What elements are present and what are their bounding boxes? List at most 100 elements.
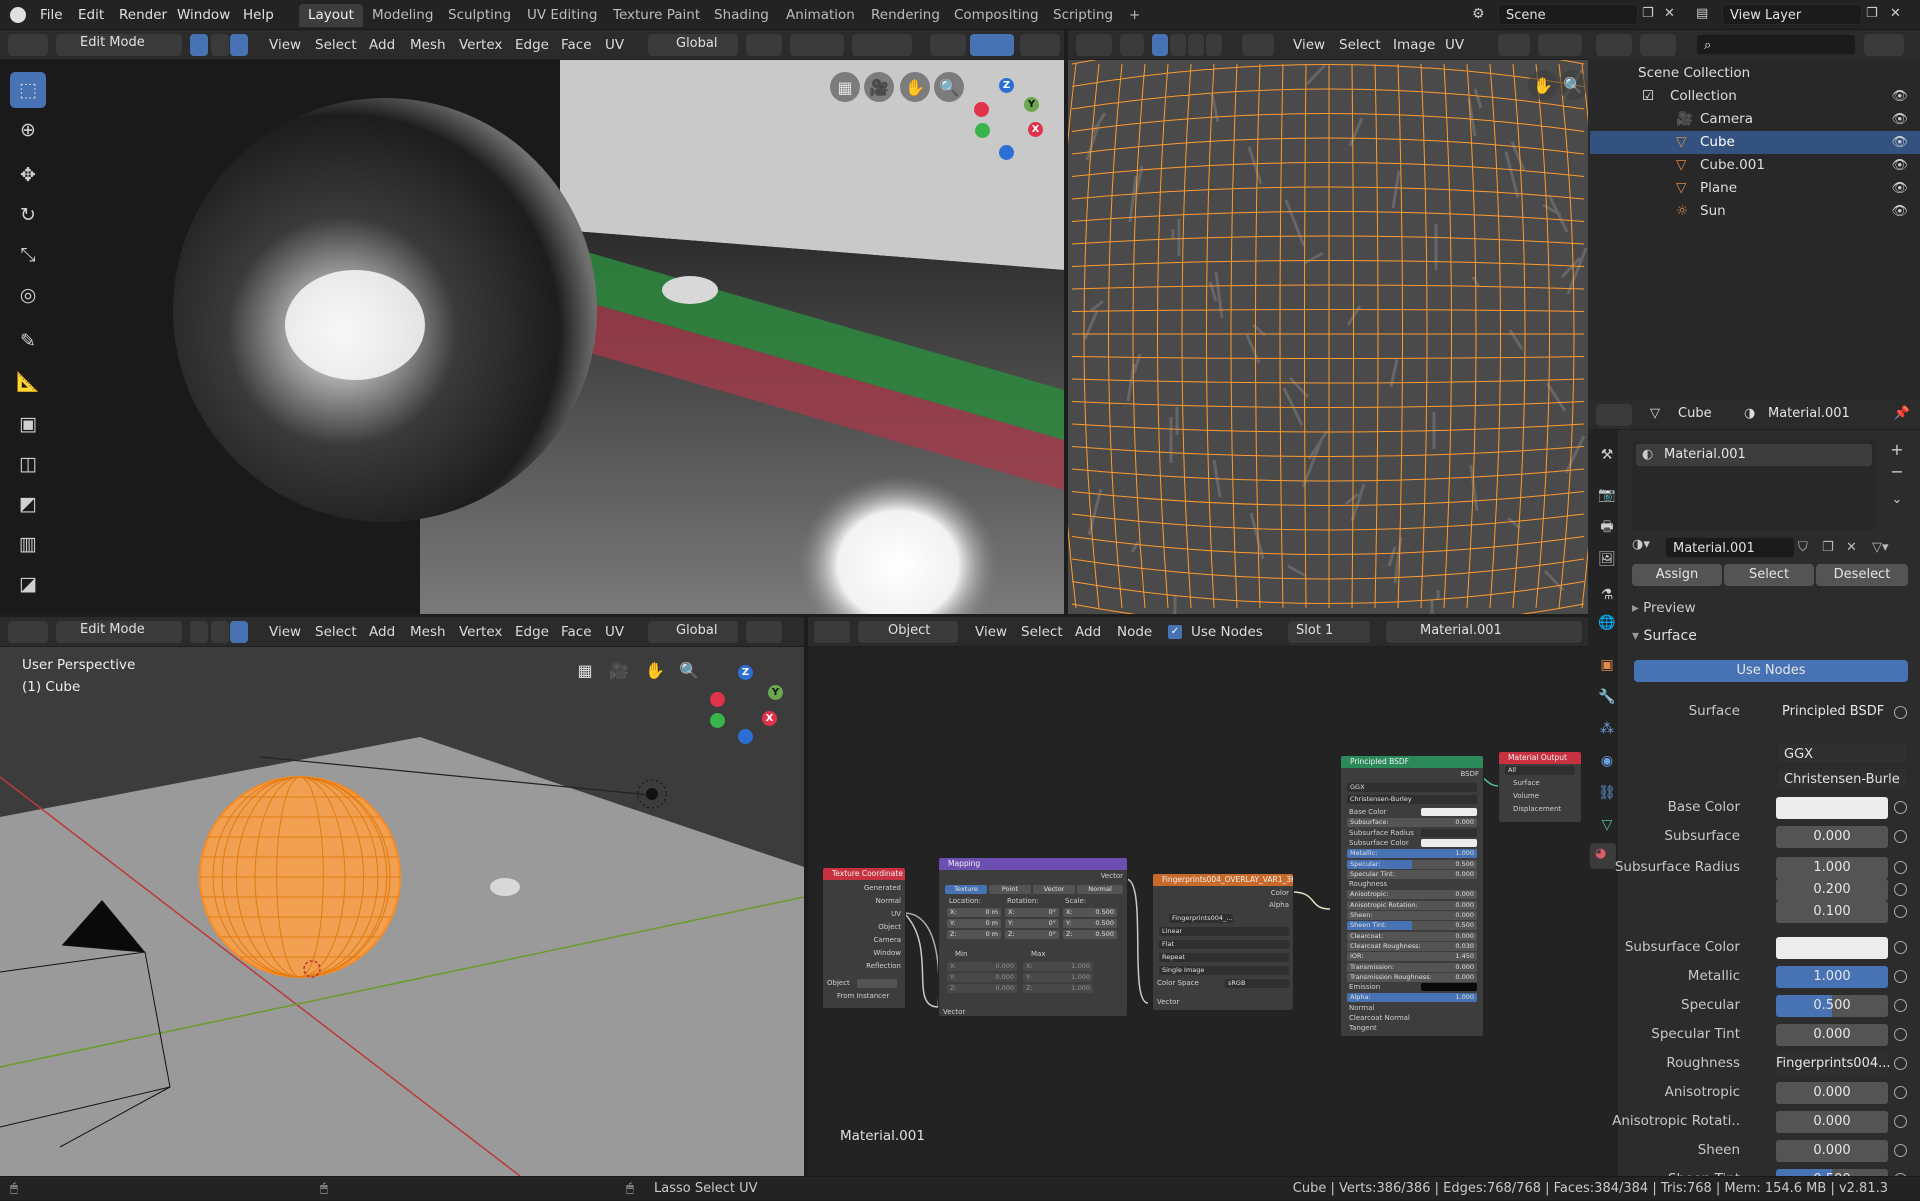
mapping-tab-normal[interactable]: Normal xyxy=(1077,885,1123,894)
face-select-button[interactable] xyxy=(230,34,248,56)
uv-editor-canvas[interactable]: ✋ 🔍 xyxy=(1068,60,1588,614)
uv-edge-select-button[interactable] xyxy=(1170,34,1186,56)
mapping-input-vector[interactable]: Vector xyxy=(943,1008,1123,1016)
transform-tool[interactable]: ◎ xyxy=(10,277,46,313)
mapping-rot-field-0[interactable]: X: 0° xyxy=(1005,908,1059,917)
bottom-axis-y-icon[interactable]: Y xyxy=(768,685,783,700)
tab-modeling[interactable]: Modeling xyxy=(363,4,442,27)
prop-link-dot-icon[interactable] xyxy=(1894,970,1907,983)
distribution-select[interactable]: GGX xyxy=(1776,743,1908,764)
bottom-menu-mesh[interactable]: Mesh xyxy=(405,622,451,642)
bsdf-swatch-2[interactable] xyxy=(1421,828,1477,837)
outliner-scene-collection[interactable]: Scene Collection xyxy=(1590,62,1920,85)
slot-select[interactable]: Slot 1 xyxy=(1288,621,1370,643)
rotate-tool[interactable]: ↻ xyxy=(10,197,46,233)
mode-select[interactable]: Edit Mode xyxy=(56,34,182,56)
transform-orientation-select[interactable]: Global xyxy=(648,34,738,56)
prop-link-dot-icon[interactable] xyxy=(1894,1115,1907,1128)
inset-tool[interactable]: ◫ xyxy=(10,446,46,482)
menu-file[interactable]: File xyxy=(32,5,71,25)
menu-uv[interactable]: UV xyxy=(600,35,629,55)
subsurface-method-select[interactable]: Christensen-Burle xyxy=(1776,768,1908,789)
blender-logo-icon[interactable] xyxy=(10,7,26,23)
editor-type-button[interactable] xyxy=(8,34,48,56)
socket-generated[interactable]: Generated xyxy=(827,884,901,893)
bsdf-field-1[interactable]: Subsurface: 0.000 xyxy=(1347,818,1477,828)
texcoord-object-field[interactable] xyxy=(857,979,897,988)
pivot-select[interactable] xyxy=(746,34,782,56)
outliner-item-plane[interactable]: ▽ Plane 👁 xyxy=(1590,177,1920,200)
prop-link-dot-icon[interactable] xyxy=(1894,830,1907,843)
bottom-axis-x-icon[interactable]: X xyxy=(762,711,777,726)
image-colorspace-select[interactable]: sRGB xyxy=(1225,979,1289,988)
bsdf-swatch-17[interactable] xyxy=(1421,983,1477,992)
bottom-axis-z-icon[interactable]: Z xyxy=(738,665,753,680)
bsdf-field-11[interactable]: Sheen Tint: 0.500 xyxy=(1347,921,1477,931)
delete-view-layer-icon[interactable]: ✕ xyxy=(1890,6,1901,21)
bottom-menu-uv[interactable]: UV xyxy=(600,622,629,642)
bsdf-field-9[interactable]: Anisotropic Rotation: 0.000 xyxy=(1347,900,1477,910)
outliner-display-mode-select[interactable] xyxy=(1640,34,1676,56)
prop-link-dot-icon[interactable] xyxy=(1894,861,1907,874)
move-tool[interactable]: ✥ xyxy=(10,157,46,193)
use-nodes-button[interactable]: Use Nodes xyxy=(1634,660,1908,682)
bottom-menu-view[interactable]: View xyxy=(264,622,306,642)
prop-value-6[interactable]: 1.000 xyxy=(1776,966,1888,988)
duplicate-material-icon[interactable]: ❐ xyxy=(1822,540,1834,555)
tab-compositing[interactable]: Compositing xyxy=(945,4,1048,27)
node-menu-select[interactable]: Select xyxy=(1016,622,1068,642)
outliner-item-collection[interactable]: ☑ Collection 👁 xyxy=(1590,85,1920,108)
visibility-eye-icon[interactable]: 👁 xyxy=(1891,177,1908,200)
view-layer-tab-icon[interactable]: 🖼 xyxy=(1598,550,1616,568)
image-extension-select[interactable]: Repeat xyxy=(1159,953,1289,962)
uv-menu-uv[interactable]: UV xyxy=(1440,35,1469,55)
socket-camera[interactable]: Camera xyxy=(827,936,901,945)
mapping-scale-field-1[interactable]: Y: 0.500 xyxy=(1063,919,1117,928)
tab-uv-editing[interactable]: UV Editing xyxy=(518,4,606,27)
mapping-scale-field-0[interactable]: X: 0.500 xyxy=(1063,908,1117,917)
material-name-field[interactable]: Material.001 xyxy=(1665,537,1795,558)
tab-rendering[interactable]: Rendering xyxy=(862,4,949,27)
shader-type-select[interactable]: Object xyxy=(858,621,958,643)
axis-z-icon[interactable]: Z xyxy=(999,78,1014,93)
axis-neg-x-icon[interactable] xyxy=(974,102,989,117)
mapping-tab-point[interactable]: Point xyxy=(989,885,1031,894)
menu-view[interactable]: View xyxy=(264,35,306,55)
prop-value-8[interactable]: 0.000 xyxy=(1776,1024,1888,1046)
prop-link-dot-icon[interactable] xyxy=(1894,1028,1907,1041)
node-texture-coordinate[interactable]: Texture Coordinate Generated Normal UV O… xyxy=(822,867,906,1009)
bsdf-field-16[interactable]: Transmission Roughness: 0.000 xyxy=(1347,972,1477,982)
surface-link-dot-icon[interactable] xyxy=(1894,706,1907,719)
select-box-tool[interactable]: ⬚ xyxy=(10,72,46,108)
uv-pivot-select[interactable] xyxy=(1498,34,1530,56)
menu-render[interactable]: Render xyxy=(111,5,175,25)
world-tab-icon[interactable]: 🌐 xyxy=(1598,614,1616,632)
bottom-ortho-toggle-icon[interactable]: ▦ xyxy=(570,655,600,685)
bottom-edge-select-button[interactable] xyxy=(211,621,229,643)
viewport-top-render[interactable]: ⬚ ⊕ ✥ ↻ ⤡ ◎ ✎ 📐 ▣ ◫ ◩ ▥ ◪ ▦ 🎥 ✋ 🔍 Z Y X xyxy=(0,60,1064,614)
add-workspace-button[interactable]: + xyxy=(1120,4,1149,27)
mapping-output-vector[interactable]: Vector xyxy=(943,872,1123,881)
node-principled-bsdf[interactable]: Principled BSDF BSDF GGX Christensen-Bur… xyxy=(1340,755,1484,1037)
vertex-select-button[interactable] xyxy=(190,34,208,56)
bsdf-distribution-select[interactable]: GGX xyxy=(1347,783,1477,792)
outliner-item-cube-001[interactable]: ▽ Cube.001 👁 xyxy=(1590,154,1920,177)
menu-edge[interactable]: Edge xyxy=(510,35,554,55)
uv-sync-toggle[interactable] xyxy=(1120,34,1144,56)
node-menu-node[interactable]: Node xyxy=(1112,622,1157,642)
scale-tool[interactable]: ⤡ xyxy=(10,237,46,273)
axis-x-icon[interactable]: X xyxy=(1028,122,1043,137)
prop-value-5[interactable] xyxy=(1776,937,1888,959)
menu-select[interactable]: Select xyxy=(310,35,362,55)
outliner-filter-button[interactable] xyxy=(1864,34,1904,56)
bottom-camera-view-icon[interactable]: 🎥 xyxy=(604,655,634,685)
menu-edit[interactable]: Edit xyxy=(70,5,112,25)
pan-hand-icon[interactable]: ✋ xyxy=(900,72,930,102)
bottom-axis-neg-y-icon[interactable] xyxy=(710,713,725,728)
uv-editor-type-button[interactable] xyxy=(1076,34,1112,56)
visibility-select[interactable] xyxy=(930,34,966,56)
bottom-menu-edge[interactable]: Edge xyxy=(510,622,554,642)
axis-neg-y-icon[interactable] xyxy=(975,123,990,138)
uv-menu-view[interactable]: View xyxy=(1288,35,1330,55)
prop-value-4[interactable]: 0.100 xyxy=(1776,901,1888,923)
